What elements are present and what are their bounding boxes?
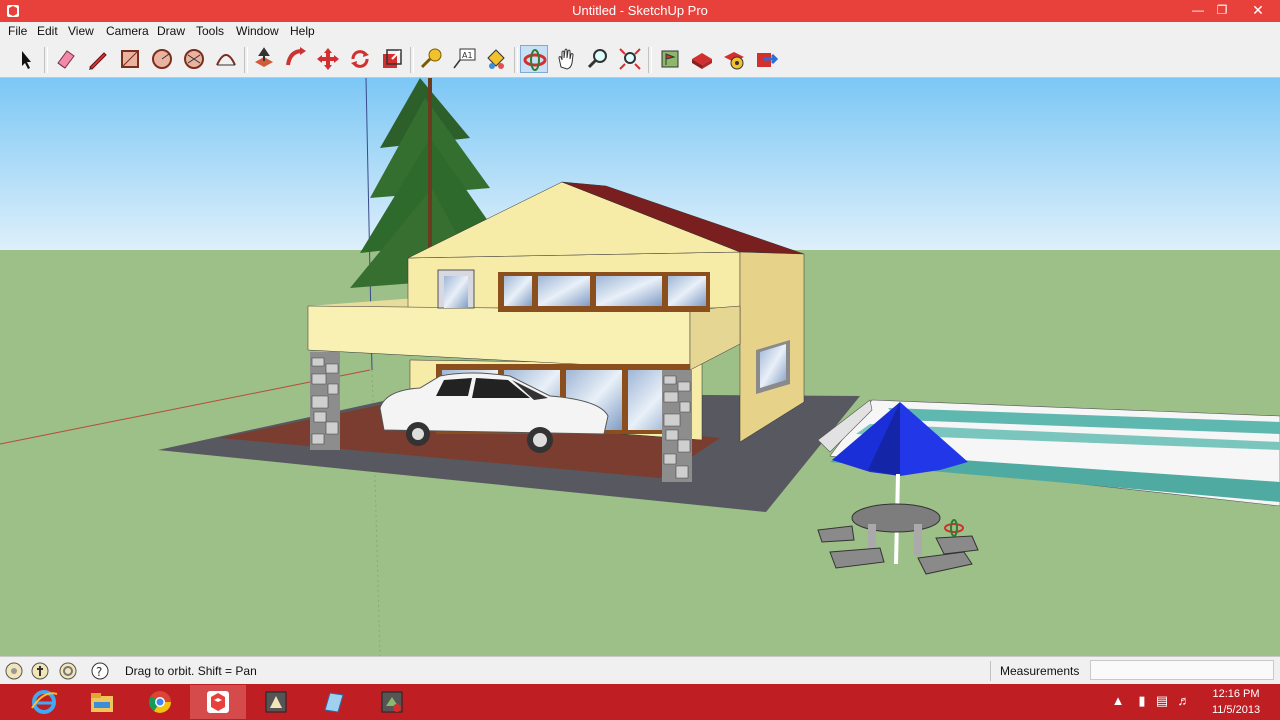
scale-icon[interactable] [378,45,406,73]
windows-taskbar: ▲ ▮ ▤ ♬ 12:16 PM 11/5/2013 [0,684,1280,720]
measurements-label: Measurements [1000,664,1080,678]
pan-hand-icon[interactable] [552,45,580,73]
menu-edit[interactable]: Edit [37,24,58,38]
menu-bar: File Edit View Camera Draw Tools Window … [0,22,1280,41]
title-bar: Untitled - SketchUp Pro — ❐ ✕ [0,0,1280,22]
zoom-extents-icon[interactable] [616,45,644,73]
menu-camera[interactable]: Camera [106,24,149,38]
menu-tools[interactable]: Tools [196,24,224,38]
paint-bucket-icon[interactable] [482,45,510,73]
network-signal-icon[interactable]: ▤ [1154,693,1170,711]
toolbar-separator [514,47,518,73]
model-viewport[interactable] [0,78,1280,656]
getting-started-toolbar: A1 [0,41,1280,78]
close-button[interactable]: ✕ [1240,0,1276,22]
layout-icon[interactable] [248,685,304,719]
toolbar-separator [244,47,248,73]
toolbar-separator [648,47,652,73]
volume-icon[interactable]: ♬ [1176,693,1192,711]
upper-door-glass [444,276,468,308]
pencil-line-icon[interactable] [84,45,112,73]
polygon-icon[interactable] [180,45,208,73]
credits-icon[interactable] [30,661,50,681]
window-title: Untitled - SketchUp Pro [572,3,708,18]
internet-explorer-icon[interactable] [16,685,72,719]
instructor-help-icon[interactable]: ? [90,661,110,681]
menu-view[interactable]: View [68,24,94,38]
toolbar-separator [44,47,48,73]
status-bar: ? Drag to orbit. Shift = Pan Measurement… [0,656,1280,685]
system-clock[interactable]: 12:16 PM 11/5/2013 [1196,686,1276,718]
clock-date: 11/5/2013 [1211,704,1261,716]
status-separator [990,661,991,681]
geo-location-icon[interactable] [4,661,24,681]
select-arrow-icon[interactable] [12,45,40,73]
menu-window[interactable]: Window [236,24,279,38]
upper-window-band [498,272,710,312]
menu-file[interactable]: File [8,24,27,38]
style-builder-icon[interactable] [306,685,362,719]
battery-icon[interactable]: ▮ [1134,693,1150,711]
stone-pillar-right [662,370,692,482]
show-hidden-icons-icon[interactable]: ▲ [1110,693,1126,711]
sketchup-viewer-icon[interactable] [364,685,420,719]
circle-icon[interactable] [148,45,176,73]
rotate-icon[interactable] [346,45,374,73]
toolbar-separator [410,47,414,73]
3d-warehouse-icon[interactable] [688,45,716,73]
eraser-icon[interactable] [52,45,80,73]
push-pull-icon[interactable] [250,45,278,73]
chrome-icon[interactable] [132,685,188,719]
clock-time: 12:16 PM [1212,688,1260,700]
follow-me-icon[interactable] [282,45,310,73]
zoom-icon[interactable] [584,45,612,73]
tape-measure-icon[interactable] [418,45,446,73]
stone-pillar-left [310,352,340,450]
status-hint: Drag to orbit. Shift = Pan [125,664,257,678]
add-location-icon[interactable] [656,45,684,73]
menu-draw[interactable]: Draw [157,24,185,38]
text-label-icon[interactable]: A1 [450,45,478,73]
svg-text:A1: A1 [462,51,473,60]
rectangle-icon[interactable] [116,45,144,73]
menu-help[interactable]: Help [290,24,315,38]
measurements-input[interactable] [1090,660,1274,680]
file-explorer-icon[interactable] [74,685,130,719]
orbit-icon[interactable] [520,45,548,73]
sketchup-icon[interactable] [190,685,246,719]
share-model-icon[interactable] [752,45,780,73]
user-account-icon[interactable] [58,661,78,681]
svg-text:?: ? [96,665,102,679]
move-icon[interactable] [314,45,342,73]
restore-button[interactable]: ❐ [1208,0,1236,22]
extension-warehouse-icon[interactable] [720,45,748,73]
arc-icon[interactable] [212,45,240,73]
